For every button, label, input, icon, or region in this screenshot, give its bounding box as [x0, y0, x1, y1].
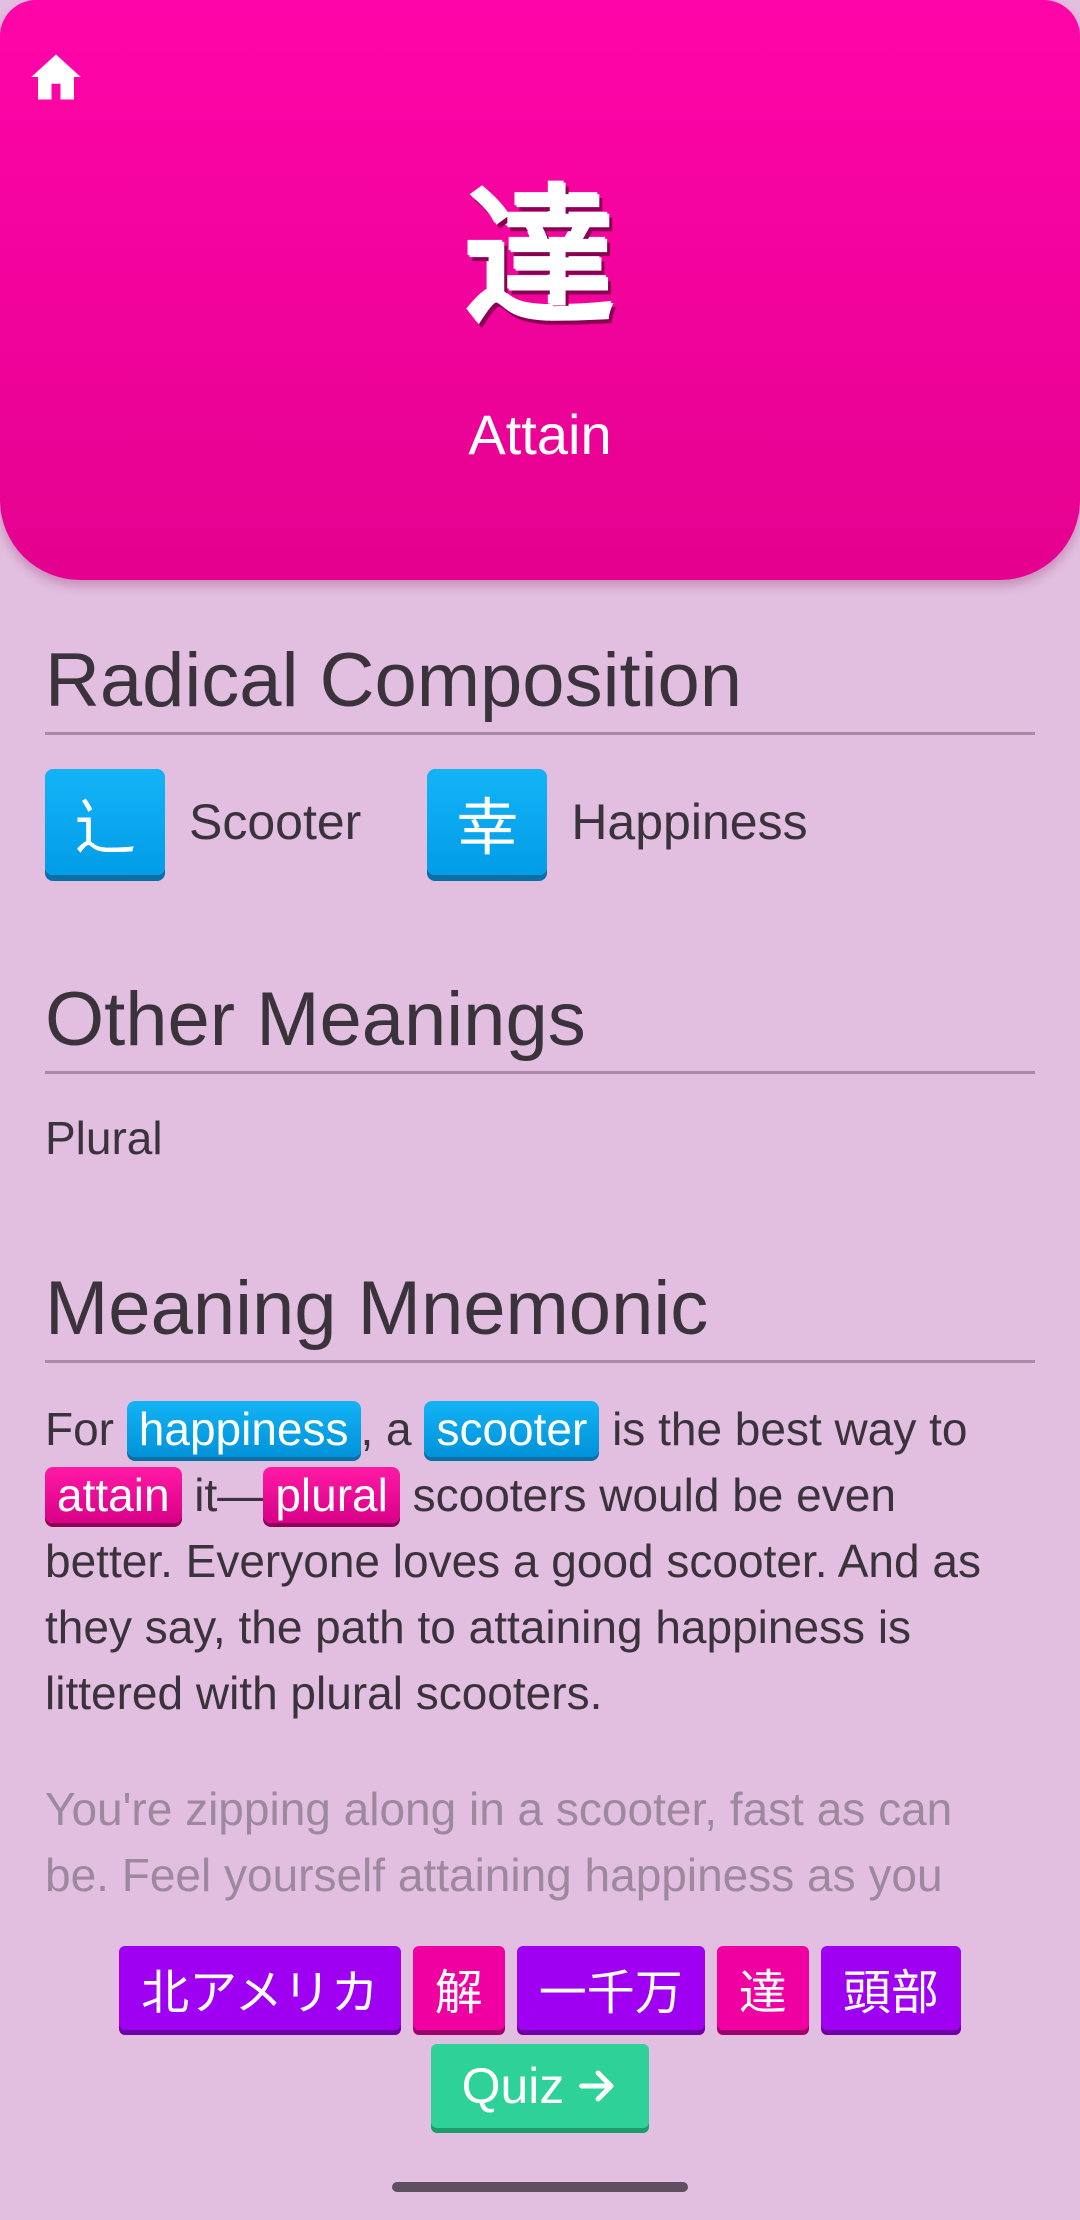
mnemonic-hint: You're zipping along in a scooter, fast …	[45, 1783, 953, 1918]
kanji-header: 達 Attain	[0, 0, 1080, 580]
related-vocab-chip[interactable]: 頭部	[820, 1946, 961, 2030]
kanji-character: 達	[464, 173, 615, 347]
radical-highlight-scooter: scooter	[424, 1401, 600, 1457]
home-indicator[interactable]	[392, 2182, 688, 2192]
related-vocab-chip[interactable]: 北アメリカ	[119, 1946, 401, 2030]
meaning-mnemonic-title: Meaning Mnemonic	[45, 1264, 1035, 1363]
other-meanings-text: Plural	[45, 1112, 163, 1164]
radical-item-scooter[interactable]: 辶 Scooter	[45, 769, 361, 875]
mnemonic-part: , a	[360, 1403, 425, 1455]
mnemonic-part: is the best way to	[599, 1403, 968, 1455]
home-button[interactable]	[26, 48, 86, 106]
radical-list: 辶 Scooter 幸 Happiness	[45, 766, 874, 878]
home-icon	[31, 54, 81, 100]
radical-item-happiness[interactable]: 幸 Happiness	[427, 769, 808, 875]
radical-name: Scooter	[189, 794, 362, 850]
mnemonic-text: For happiness, a scooter is the best way…	[45, 1396, 1025, 1726]
related-items: 北アメリカ 解 一千万 達 頭部	[0, 1946, 1080, 2030]
kanji-highlight-attain: attain	[45, 1467, 182, 1523]
quiz-label: Quiz	[461, 2058, 565, 2114]
radical-composition-title: Radical Composition	[45, 636, 1035, 735]
mnemonic-part: it—	[181, 1469, 264, 1521]
radical-name: Happiness	[571, 794, 808, 850]
radical-highlight-happiness: happiness	[126, 1401, 361, 1457]
related-kanji-chip[interactable]: 解	[412, 1946, 505, 2030]
other-meanings-title: Other Meanings	[45, 975, 1035, 1074]
radical-chip[interactable]: 辶	[45, 769, 165, 875]
kanji-highlight-plural: plural	[263, 1467, 400, 1523]
quiz-button[interactable]: Quiz	[431, 2044, 649, 2128]
kanji-meaning: Attain	[468, 403, 612, 466]
related-vocab-chip[interactable]: 一千万	[516, 1946, 705, 2030]
radical-chip[interactable]: 幸	[427, 769, 548, 875]
related-kanji-chip[interactable]: 達	[716, 1946, 809, 2030]
arrow-right-icon	[579, 2070, 614, 2102]
mnemonic-part: For	[45, 1403, 127, 1455]
